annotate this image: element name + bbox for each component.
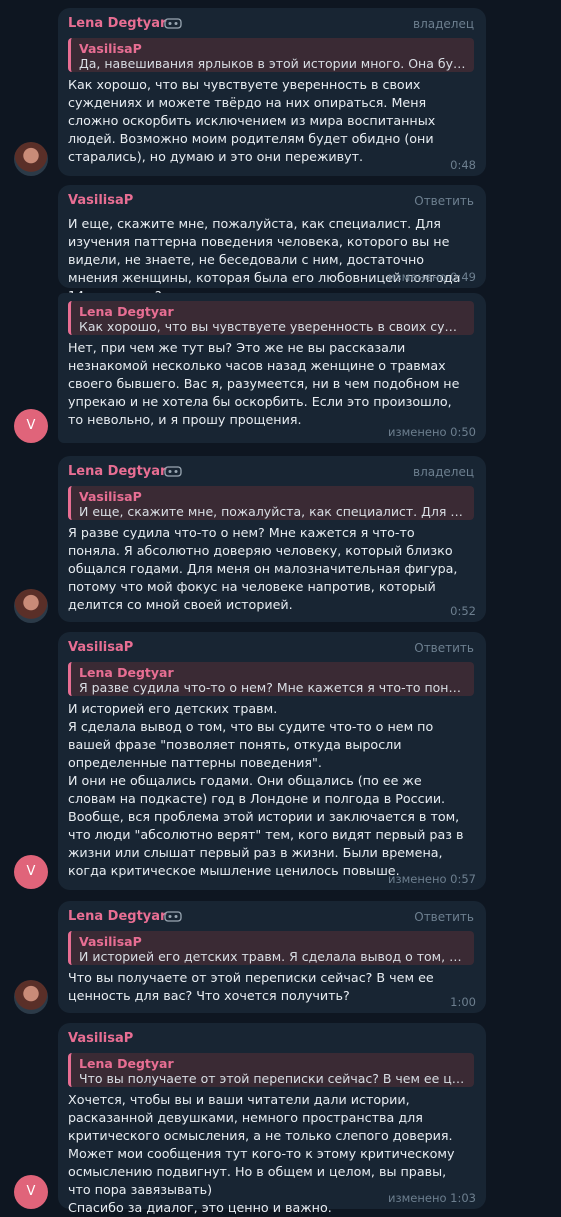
message-text: Я разве судила что-то о нем? Мне кажется… <box>68 525 458 612</box>
user-avatar[interactable]: V <box>14 1175 48 1209</box>
message-text: И еще, скажите мне, пожалуйста, как спец… <box>68 216 461 303</box>
reply-text: Как хорошо, что вы чувствуете уверенност… <box>79 319 466 334</box>
user-badge-icon <box>164 909 182 927</box>
author-name[interactable]: Lena Degtyar <box>68 909 166 924</box>
reply-text: И еще, скажите мне, пожалуйста, как спец… <box>79 504 466 519</box>
reply-author: VasilisaP <box>79 489 142 504</box>
user-avatar[interactable] <box>14 142 48 176</box>
message-bubble[interactable]: VasilisaP Ответить И еще, скажите мне, п… <box>58 185 486 303</box>
reply-author: Lena Degtyar <box>79 1056 174 1071</box>
user-badge-icon <box>164 16 182 34</box>
reply-text: Да, навешивания ярлыков в этой истории м… <box>79 56 466 71</box>
reply-quote[interactable]: VasilisaP Да, навешивания ярлыков в этой… <box>68 38 474 72</box>
member-role: владелец <box>413 17 474 31</box>
message-text: Нет, при чем же тут вы? Это же не вы рас… <box>68 340 460 427</box>
message-header: VasilisaP <box>68 1029 474 1049</box>
message-time: изменено 0:49 <box>388 270 476 284</box>
reply-author: Lena Degtyar <box>79 304 174 319</box>
author-name[interactable]: VasilisaP <box>68 640 133 655</box>
message-time: изменено 1:03 <box>388 1191 476 1205</box>
user-badge-icon <box>164 464 182 482</box>
reply-quote[interactable]: VasilisaP И историей его детских травм. … <box>68 931 474 965</box>
author-name[interactable]: VasilisaP <box>68 193 133 208</box>
message-text: И историей его детских травм. Я сделала … <box>68 701 464 878</box>
author-name[interactable]: Lena Degtyar <box>68 16 166 31</box>
message-bubble[interactable]: Lena Degtyar Как хорошо, что вы чувствуе… <box>58 293 486 443</box>
user-avatar[interactable]: V <box>14 855 48 889</box>
user-avatar[interactable] <box>14 980 48 1014</box>
user-avatar[interactable] <box>14 589 48 623</box>
author-name[interactable]: VasilisaP <box>68 1031 133 1046</box>
reply-button[interactable]: Ответить <box>414 194 474 208</box>
message-time: 0:48 <box>450 158 476 172</box>
reply-quote[interactable]: Lena Degtyar Я разве судила что-то о нем… <box>68 662 474 696</box>
message-time: 1:00 <box>450 995 476 1009</box>
message-text: Что вы получаете от этой переписки сейча… <box>68 970 434 1003</box>
message-bubble[interactable]: VasilisaP Lena Degtyar Что вы получаете … <box>58 1023 486 1215</box>
user-avatar[interactable]: V <box>14 409 48 443</box>
message-header: Lena Degtyar владелец <box>68 14 474 34</box>
reply-author: VasilisaP <box>79 934 142 949</box>
reply-text: Что вы получаете от этой переписки сейча… <box>79 1071 466 1086</box>
message-time: изменено 0:50 <box>388 425 476 439</box>
reply-text: Я разве судила что-то о нем? Мне кажется… <box>79 680 466 695</box>
message-header: Lena Degtyar владелец <box>68 462 474 482</box>
reply-text: И историей его детских травм. Я сделала … <box>79 949 466 964</box>
message-bubble[interactable]: Lena Degtyar Ответить VasilisaP И истори… <box>58 901 486 1013</box>
reply-button[interactable]: Ответить <box>414 641 474 655</box>
message-time: изменено 0:57 <box>388 872 476 886</box>
message-bubble[interactable]: VasilisaP Ответить Lena Degtyar Я разве … <box>58 632 486 890</box>
reply-quote[interactable]: Lena Degtyar Как хорошо, что вы чувствуе… <box>68 301 474 335</box>
message-header: Lena Degtyar Ответить <box>68 907 474 927</box>
reply-quote[interactable]: VasilisaP И еще, скажите мне, пожалуйста… <box>68 486 474 520</box>
reply-author: VasilisaP <box>79 41 142 56</box>
message-time: 0:52 <box>450 604 476 618</box>
message-header: VasilisaP Ответить <box>68 191 474 211</box>
message-header: VasilisaP Ответить <box>68 638 474 658</box>
author-name[interactable]: Lena Degtyar <box>68 464 166 479</box>
member-role: владелец <box>413 465 474 479</box>
message-text: Как хорошо, что вы чувствуете уверенност… <box>68 77 436 164</box>
message-bubble[interactable]: Lena Degtyar владелец VasilisaP Да, наве… <box>58 8 486 176</box>
reply-quote[interactable]: Lena Degtyar Что вы получаете от этой пе… <box>68 1053 474 1087</box>
message-bubble[interactable]: Lena Degtyar владелец VasilisaP И еще, с… <box>58 456 486 622</box>
reply-button[interactable]: Ответить <box>414 910 474 924</box>
reply-author: Lena Degtyar <box>79 665 174 680</box>
